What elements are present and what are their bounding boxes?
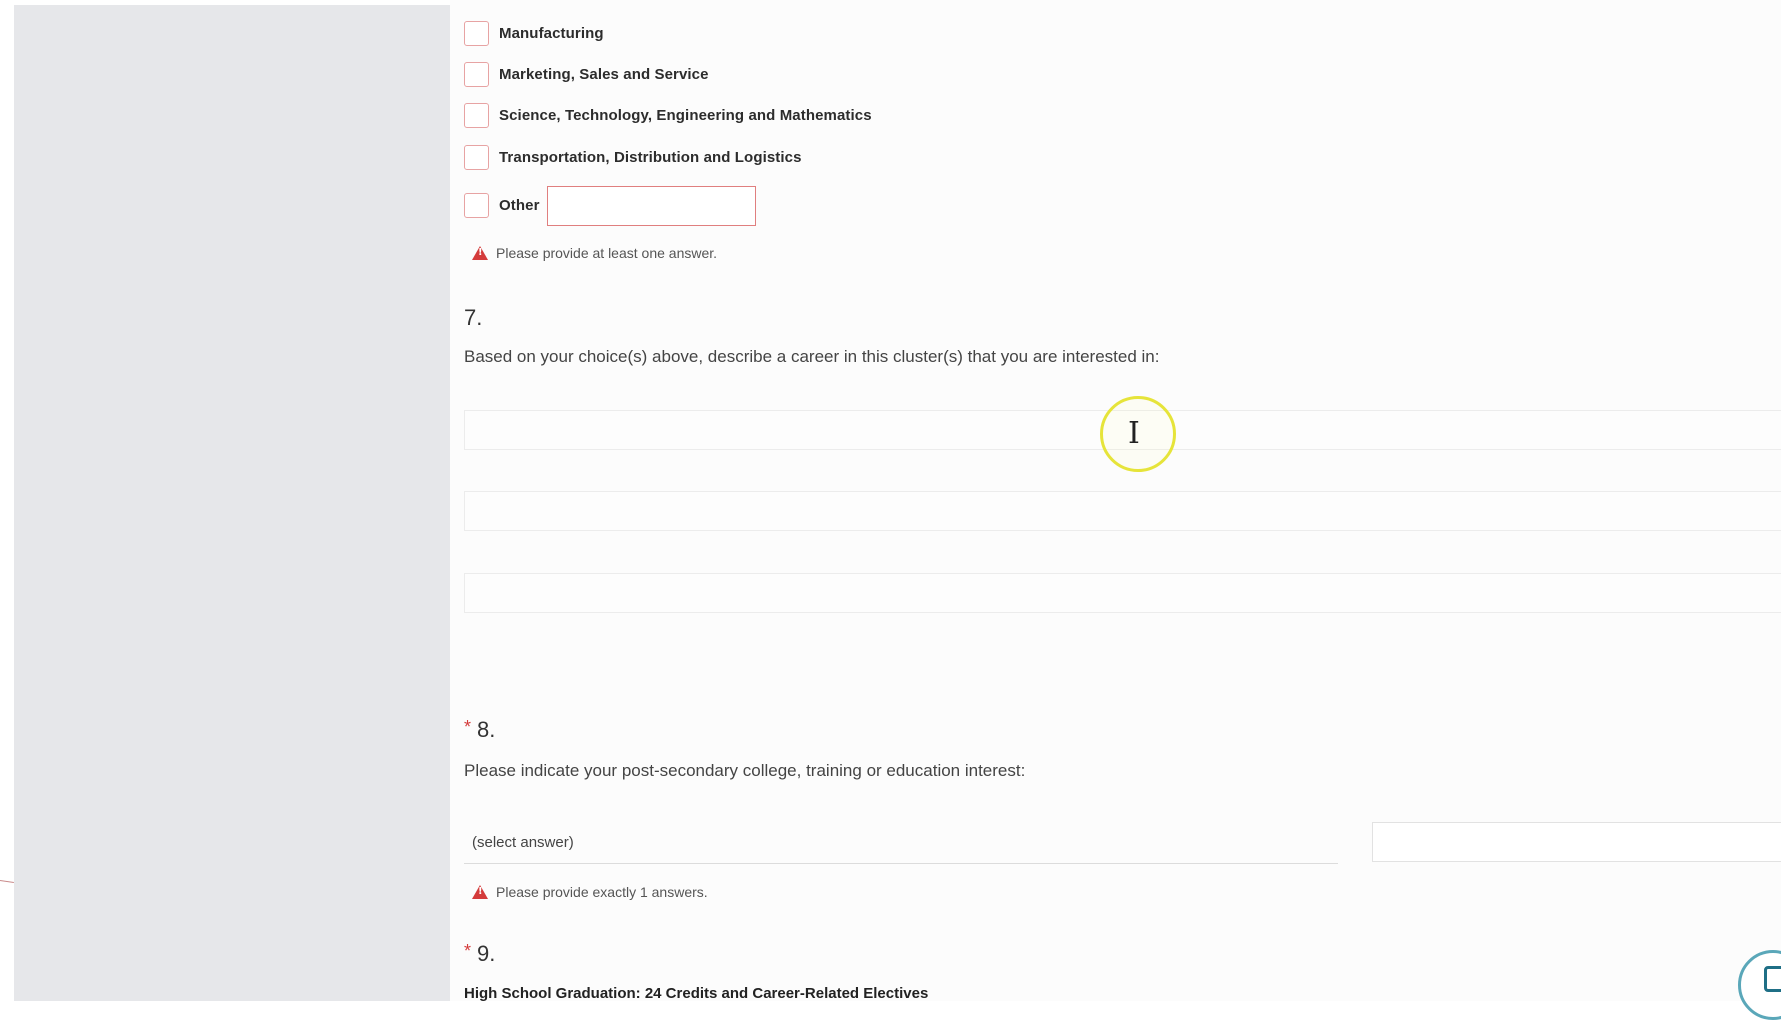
warning-icon — [472, 885, 488, 899]
checkbox[interactable] — [464, 20, 489, 46]
text-cursor-icon: I — [1128, 416, 1140, 451]
required-mark: * — [464, 941, 472, 961]
survey-form: Manufacturing Marketing, Sales and Servi… — [450, 0, 1781, 1020]
career-answer-field-3[interactable] — [464, 573, 1781, 613]
error-text: Please provide exactly 1 answers. — [496, 884, 708, 900]
checkbox[interactable] — [464, 61, 489, 87]
clusters-error-message: Please provide at least one answer. — [472, 245, 717, 261]
question-9-title: High School Graduation: 24 Credits and C… — [464, 985, 929, 1002]
question-number: 8. — [477, 717, 496, 742]
edge-line — [0, 880, 14, 883]
option-label: Marketing, Sales and Service — [499, 65, 709, 83]
checkbox[interactable] — [464, 192, 489, 218]
error-text: Please provide at least one answer. — [496, 245, 718, 261]
question-8-number: * 8. — [464, 717, 495, 743]
required-mark: * — [464, 717, 472, 737]
question-7-number: 7. — [464, 305, 483, 330]
education-interest-input[interactable] — [1372, 822, 1781, 862]
option-transportation[interactable]: Transportation, Distribution and Logisti… — [464, 144, 802, 170]
education-error-message: Please provide exactly 1 answers. — [472, 884, 708, 900]
option-stem[interactable]: Science, Technology, Engineering and Mat… — [464, 102, 872, 128]
career-answer-field-2[interactable] — [464, 491, 1781, 531]
option-manufacturing[interactable]: Manufacturing — [464, 20, 604, 46]
option-marketing[interactable]: Marketing, Sales and Service — [464, 61, 709, 87]
option-label: Transportation, Distribution and Logisti… — [499, 148, 802, 166]
question-7-text: Based on your choice(s) above, describe … — [464, 347, 1160, 366]
left-sidebar-panel — [14, 5, 450, 1001]
option-label: Other — [499, 196, 540, 214]
option-label: Science, Technology, Engineering and Mat… — [499, 106, 872, 124]
question-8-text: Please indicate your post-secondary coll… — [464, 761, 1026, 780]
select-value: (select answer) — [472, 834, 574, 851]
question-number: 9. — [477, 941, 496, 966]
option-label: Manufacturing — [499, 24, 604, 42]
option-other[interactable]: Other — [464, 192, 540, 218]
checkbox[interactable] — [464, 102, 489, 128]
other-text-input[interactable] — [547, 186, 756, 226]
chat-icon — [1764, 966, 1781, 992]
warning-icon — [472, 246, 488, 260]
question-9-number: * 9. — [464, 941, 495, 967]
checkbox[interactable] — [464, 144, 489, 170]
education-interest-select[interactable]: (select answer) — [464, 822, 1338, 864]
